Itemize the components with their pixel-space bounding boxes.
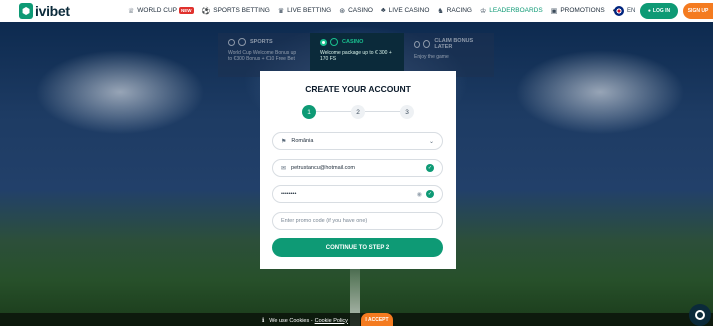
- language-selector[interactable]: EN: [614, 6, 635, 16]
- step-indicator: 1 2 3: [302, 105, 414, 119]
- promo-code-field[interactable]: [272, 212, 443, 230]
- live-icon: ♛: [277, 7, 285, 15]
- nav-item-live-betting[interactable]: ♛ LIVE BETTING: [278, 7, 331, 15]
- flag-icon: ⚑: [281, 138, 287, 145]
- nav-label: RACING: [446, 7, 472, 14]
- continue-button[interactable]: CONTINUE TO STEP 2: [272, 238, 443, 257]
- step-1: 1: [302, 105, 316, 119]
- bonus-desc: World Cup Welcome Bonus up to €300 Bonus…: [228, 50, 297, 62]
- horse-icon: ♞: [437, 7, 444, 15]
- cookie-policy-link[interactable]: Cookie Policy: [315, 318, 348, 324]
- top-header: ⬢ ivibet ♕ WORLD CUP NEW ⚽ SPORTS BETTIN…: [0, 0, 713, 22]
- trophy-icon: ♕: [128, 7, 135, 15]
- login-button[interactable]: ● LOG IN: [640, 3, 678, 19]
- nav-item-racing[interactable]: ♞ RACING: [437, 7, 472, 15]
- user-icon: ●: [647, 8, 651, 14]
- country-value: România: [291, 138, 314, 144]
- radio-selected-icon: [320, 38, 327, 46]
- nav-item-leaderboards[interactable]: ♔ LEADERBOARDS: [480, 7, 543, 15]
- nav-item-promotions[interactable]: ▣ PROMOTIONS: [551, 7, 605, 15]
- ball-icon: [238, 38, 246, 46]
- nav-item-casino[interactable]: ⊛ CASINO: [339, 7, 373, 15]
- bonus-desc: Enjoy the game: [414, 54, 449, 60]
- email-value: petrustancu@hotmail.com: [291, 165, 356, 171]
- password-field[interactable]: •••••••• ◉ ✓: [272, 185, 443, 203]
- step-3: 3: [400, 105, 414, 119]
- new-badge: NEW: [179, 7, 194, 14]
- chevron-down-icon: ⌄: [428, 138, 434, 145]
- chip-icon: ⊛: [339, 7, 346, 15]
- nav-label: LEADERBOARDS: [489, 7, 543, 14]
- step-connector: [316, 111, 351, 112]
- gift-icon: ▣: [550, 7, 558, 15]
- info-icon: ℹ: [262, 318, 265, 324]
- mail-icon: ✉: [281, 165, 287, 172]
- logo-text: ivibet: [35, 3, 70, 19]
- chat-button[interactable]: [689, 304, 711, 326]
- bonus-title: CLAIM BONUS LATER: [434, 38, 474, 50]
- step-2: 2: [351, 105, 365, 119]
- uk-flag-icon: [614, 6, 624, 16]
- logo[interactable]: ⬢ ivibet: [19, 3, 70, 19]
- accept-cookies-button[interactable]: I ACCEPT: [361, 313, 393, 326]
- password-value: ••••••••: [281, 191, 297, 197]
- crown-icon: ♔: [479, 7, 487, 15]
- signup-modal: CREATE YOUR ACCOUNT 1 2 3 ⚑ România ⌄ ✉ …: [260, 71, 456, 269]
- chat-bubble-icon: [695, 310, 705, 320]
- nav-label: LIVE CASINO: [388, 7, 430, 14]
- language-label: EN: [627, 8, 636, 14]
- login-label: LOG IN: [652, 8, 671, 14]
- bonus-desc: Welcome package up to € 300 + 170 FS: [320, 50, 392, 62]
- nav-item-sports-betting[interactable]: ⚽ SPORTS BETTING: [202, 7, 270, 15]
- bonus-title: SPORTS: [250, 39, 273, 45]
- chip-icon: [330, 38, 338, 46]
- nav-label: LIVE BETTING: [287, 7, 332, 14]
- ball-icon: ⚽: [201, 7, 211, 15]
- cookie-text: ℹ We use Cookies - Cookie Policy: [262, 317, 348, 325]
- nav-item-world-cup[interactable]: ♕ WORLD CUP NEW: [128, 7, 194, 15]
- signup-button[interactable]: SIGN UP: [683, 3, 713, 19]
- country-select[interactable]: ⚑ România ⌄: [272, 132, 443, 150]
- step-connector: [365, 111, 400, 112]
- radio-icon: [414, 40, 421, 48]
- valid-check-icon: ✓: [426, 164, 434, 172]
- promo-code-input[interactable]: [281, 218, 434, 224]
- valid-check-icon: ✓: [426, 190, 434, 198]
- bonus-title: CASINO: [342, 39, 364, 45]
- main-nav: ♕ WORLD CUP NEW ⚽ SPORTS BETTING ♛ LIVE …: [128, 6, 624, 15]
- cookie-bar: ℹ We use Cookies - Cookie Policy I ACCEP…: [0, 313, 713, 326]
- nav-label: PROMOTIONS: [560, 7, 605, 14]
- radio-icon: [228, 38, 235, 46]
- eye-icon[interactable]: ◉: [417, 191, 422, 198]
- modal-title: CREATE YOUR ACCOUNT: [305, 84, 411, 94]
- email-field[interactable]: ✉ petrustancu@hotmail.com ✓: [272, 159, 443, 177]
- logo-mark-icon: ⬢: [19, 3, 33, 19]
- cards-icon: ♣: [380, 7, 386, 14]
- clock-icon: [423, 40, 431, 48]
- nav-label: WORLD CUP: [137, 7, 178, 14]
- cookie-message: We use Cookies -: [269, 317, 313, 324]
- nav-item-live-casino[interactable]: ♣ LIVE CASINO: [381, 7, 429, 14]
- nav-label: SPORTS BETTING: [213, 7, 270, 14]
- nav-label: CASINO: [348, 7, 373, 14]
